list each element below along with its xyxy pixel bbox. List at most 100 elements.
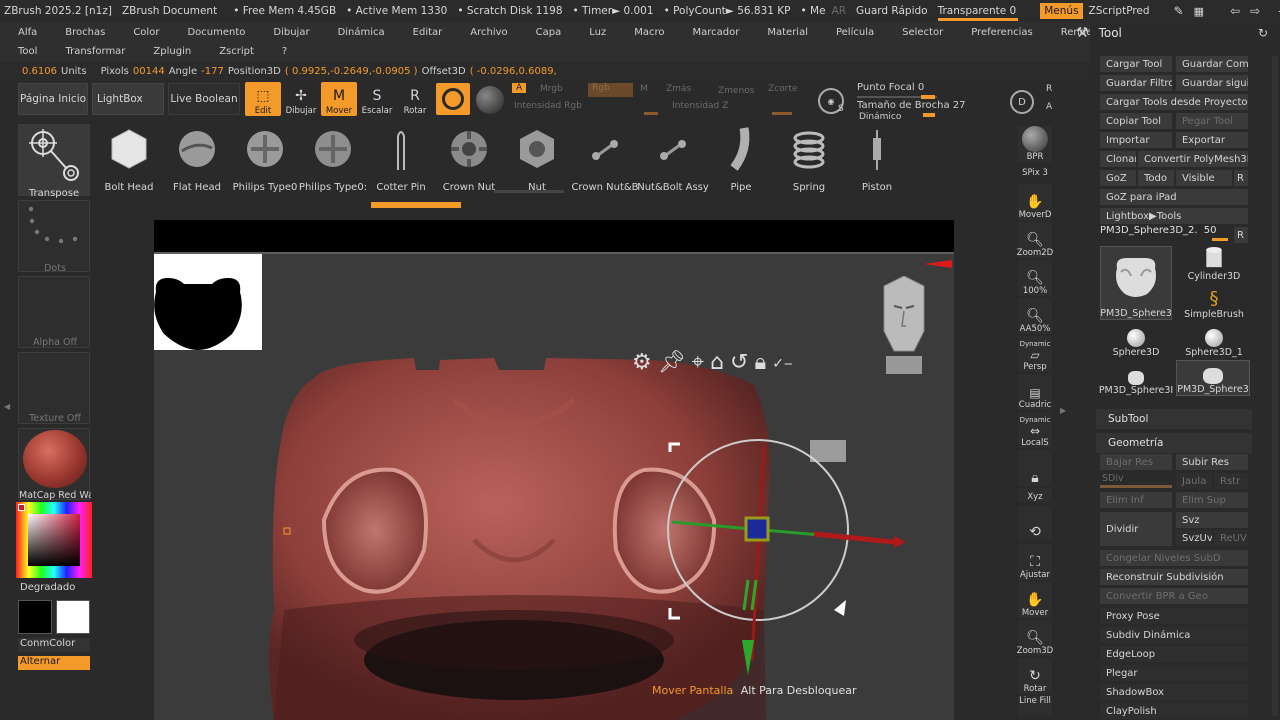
menu-item[interactable]: Dinámica xyxy=(319,27,394,38)
convert-bpr-button[interactable]: Convertir BPR a Geo xyxy=(1100,588,1248,604)
sdiv-slider[interactable]: SDiv xyxy=(1100,473,1172,489)
lock-camera-button[interactable]: 🔒︎ xyxy=(1018,450,1052,486)
move-button[interactable]: M Mover xyxy=(321,82,357,116)
lightbox-tools-button[interactable]: Lightbox▶Tools xyxy=(1100,208,1248,224)
menu-item[interactable]: Material xyxy=(748,27,817,38)
lock-icon[interactable]: 🔒︎ xyxy=(754,350,766,375)
actual-size-button[interactable]: 🔍︎ 100% xyxy=(1018,260,1052,296)
a-right-toggle[interactable]: A xyxy=(1046,102,1052,112)
material-sphere-icon[interactable] xyxy=(476,86,504,114)
subtool-thumb-active[interactable]: PM3D_Sphere3 xyxy=(1100,246,1172,320)
scale-button[interactable]: S Escalar xyxy=(359,82,395,116)
line-fill-button[interactable]: Line Fill xyxy=(1018,696,1052,716)
draw-button[interactable]: ✢ Dibujar xyxy=(283,82,319,116)
export-button[interactable]: Exportar xyxy=(1176,132,1248,148)
bpr-button[interactable]: BPR xyxy=(1018,126,1052,162)
zoom-2d-button[interactable]: 🔍︎ Zoom2D xyxy=(1017,222,1053,258)
reference-image[interactable] xyxy=(154,254,262,350)
quicksave-button[interactable]: Guard Rápido xyxy=(856,5,928,17)
ar-label[interactable]: AR xyxy=(832,5,846,17)
menu-item[interactable]: Dibujar xyxy=(254,27,318,38)
gizmo-toggle[interactable] xyxy=(436,83,470,115)
convert-polymesh-button[interactable]: Convertir PolyMesh3D xyxy=(1138,151,1248,167)
shelf-item-flat-head[interactable]: Flat Head xyxy=(162,122,232,202)
copy-tool-button[interactable]: Copiar Tool xyxy=(1100,113,1172,129)
xyz-toggle[interactable]: Xyz xyxy=(1018,488,1052,502)
shelf-item-pipe[interactable]: Pipe xyxy=(706,122,776,202)
menu-item[interactable]: Macro xyxy=(615,27,673,38)
menu-item[interactable]: Preferencias xyxy=(952,27,1042,38)
subtool-sphere[interactable]: Sphere3D xyxy=(1100,322,1172,358)
subtool-simplebrush[interactable]: § SimpleBrush xyxy=(1178,284,1250,320)
live-boolean-button[interactable]: Live Boolean xyxy=(168,83,240,115)
location-icon[interactable]: ⌖ xyxy=(692,350,704,375)
move-3d-button[interactable]: ✋ Mover xyxy=(1018,582,1052,618)
zadd-toggle[interactable]: Zmás xyxy=(666,84,691,94)
subtool-pm3d-sphere-c[interactable]: PM3D_Sphere3 xyxy=(1176,360,1250,396)
freeze-subd-button[interactable]: Congelar Niveles SubD xyxy=(1100,550,1248,566)
menu-item[interactable]: Editar xyxy=(394,27,452,38)
menu-item[interactable]: Zplugin xyxy=(134,46,200,57)
menu-item[interactable]: Luz xyxy=(570,27,615,38)
texture-button[interactable]: Texture Off xyxy=(18,352,90,424)
tool-panel-header[interactable]: ⚒ Tool ↻ xyxy=(1076,22,1280,44)
shelf-item-crown-nut-bolt[interactable]: Crown Nut&B xyxy=(570,122,640,202)
menu-item[interactable]: Zscript xyxy=(200,46,263,57)
clone-button[interactable]: Clonar xyxy=(1100,151,1136,167)
menu-item[interactable]: Brochas xyxy=(46,27,114,38)
load-tool-button[interactable]: Cargar Tool xyxy=(1100,56,1172,72)
subtool-cylinder[interactable]: Cylinder3D xyxy=(1178,246,1250,282)
m-toggle[interactable]: M xyxy=(640,84,648,94)
saturation-square[interactable] xyxy=(28,514,80,566)
focal-slider[interactable]: Punto Focal 0 xyxy=(857,82,997,99)
subtool-section-header[interactable]: SubTool xyxy=(1096,409,1252,429)
paste-tool-button[interactable]: Pegar Tool xyxy=(1176,113,1248,129)
menu-item[interactable]: Película xyxy=(817,27,883,38)
right-collapse-icon[interactable]: ▶ xyxy=(1060,406,1066,415)
floor-grid-button[interactable]: ▤ Cuadric xyxy=(1018,374,1052,410)
shelf-resize-handle[interactable] xyxy=(494,190,564,193)
swatch-icon[interactable]: ▦ xyxy=(1194,5,1204,18)
cage-button[interactable]: Jaula xyxy=(1176,473,1212,489)
rgb-toggle[interactable]: Rgb xyxy=(588,83,633,97)
save-filters-button[interactable]: Guardar Filtros xyxy=(1100,75,1172,91)
material-button[interactable]: MatCap Red Wa xyxy=(18,428,91,501)
suv-toggle[interactable]: SvzUv xyxy=(1176,530,1212,546)
a-toggle[interactable]: A xyxy=(512,83,527,93)
rgb-intensity-slider[interactable]: Intensidad Rgb xyxy=(514,101,660,115)
rstr-button[interactable]: Rstr xyxy=(1214,473,1248,489)
shelf-item-philips-2[interactable]: Philips Type0: xyxy=(298,122,368,202)
subtool-pm3d-sphere-b[interactable]: PM3D_Sphere3I xyxy=(1099,360,1173,396)
menu-item[interactable]: Tool xyxy=(0,46,46,57)
z-intensity-slider[interactable]: Intensidad Z xyxy=(672,101,792,115)
alpha-button[interactable]: Alpha Off xyxy=(18,276,90,348)
crease-section[interactable]: Plegar xyxy=(1100,665,1248,681)
zscript-button[interactable]: ZScriptPred xyxy=(1089,5,1150,17)
aa-half-button[interactable]: 🔍︎ AA50% xyxy=(1018,298,1052,334)
menu-item[interactable]: Color xyxy=(114,27,168,38)
save-as-button[interactable]: Guardar Como xyxy=(1176,56,1248,72)
menu-item[interactable]: Selector xyxy=(883,27,952,38)
reset-icon[interactable]: ↺ xyxy=(730,350,748,375)
color-picker[interactable] xyxy=(16,502,92,578)
local-symmetry-button[interactable]: Dynamic ⇔ LocalS xyxy=(1018,412,1052,448)
geometry-section-header[interactable]: Geometría xyxy=(1096,433,1252,453)
home-page-button[interactable]: Página Inicio xyxy=(18,83,88,115)
current-tool-slider[interactable]: PM3D_Sphere3D_2. 50 xyxy=(1100,225,1232,241)
mrgb-toggle[interactable]: Mrgb xyxy=(540,84,563,94)
frame-button[interactable]: ⛶ Ajustar xyxy=(1018,544,1052,580)
brush-size-slider[interactable]: Tamaño de Brocha 27 Dinámico xyxy=(857,100,1007,122)
perspective-button[interactable]: Dynamic ▱ Persp xyxy=(1018,336,1052,372)
subtool-sphere-1[interactable]: Sphere3D_1 xyxy=(1178,322,1250,358)
menus-toggle[interactable]: Menús xyxy=(1040,3,1083,19)
r-toggle[interactable]: R xyxy=(1046,84,1052,94)
reconstruct-subdiv-button[interactable]: Reconstruir Subdivisión xyxy=(1100,569,1248,585)
shelf-item-piston[interactable]: Piston xyxy=(842,122,912,202)
menu-item[interactable]: Marcador xyxy=(674,27,749,38)
lightbox-button[interactable]: LightBox xyxy=(92,83,164,115)
menu-item[interactable]: Archivo xyxy=(451,27,516,38)
gear-icon[interactable]: ⚙ xyxy=(632,350,652,375)
shelf-item-cotter-pin[interactable]: Cotter Pin xyxy=(366,122,436,202)
zsub-toggle[interactable]: Zmenos xyxy=(718,86,754,96)
delete-lower-button[interactable]: Elim Inf xyxy=(1100,492,1172,508)
